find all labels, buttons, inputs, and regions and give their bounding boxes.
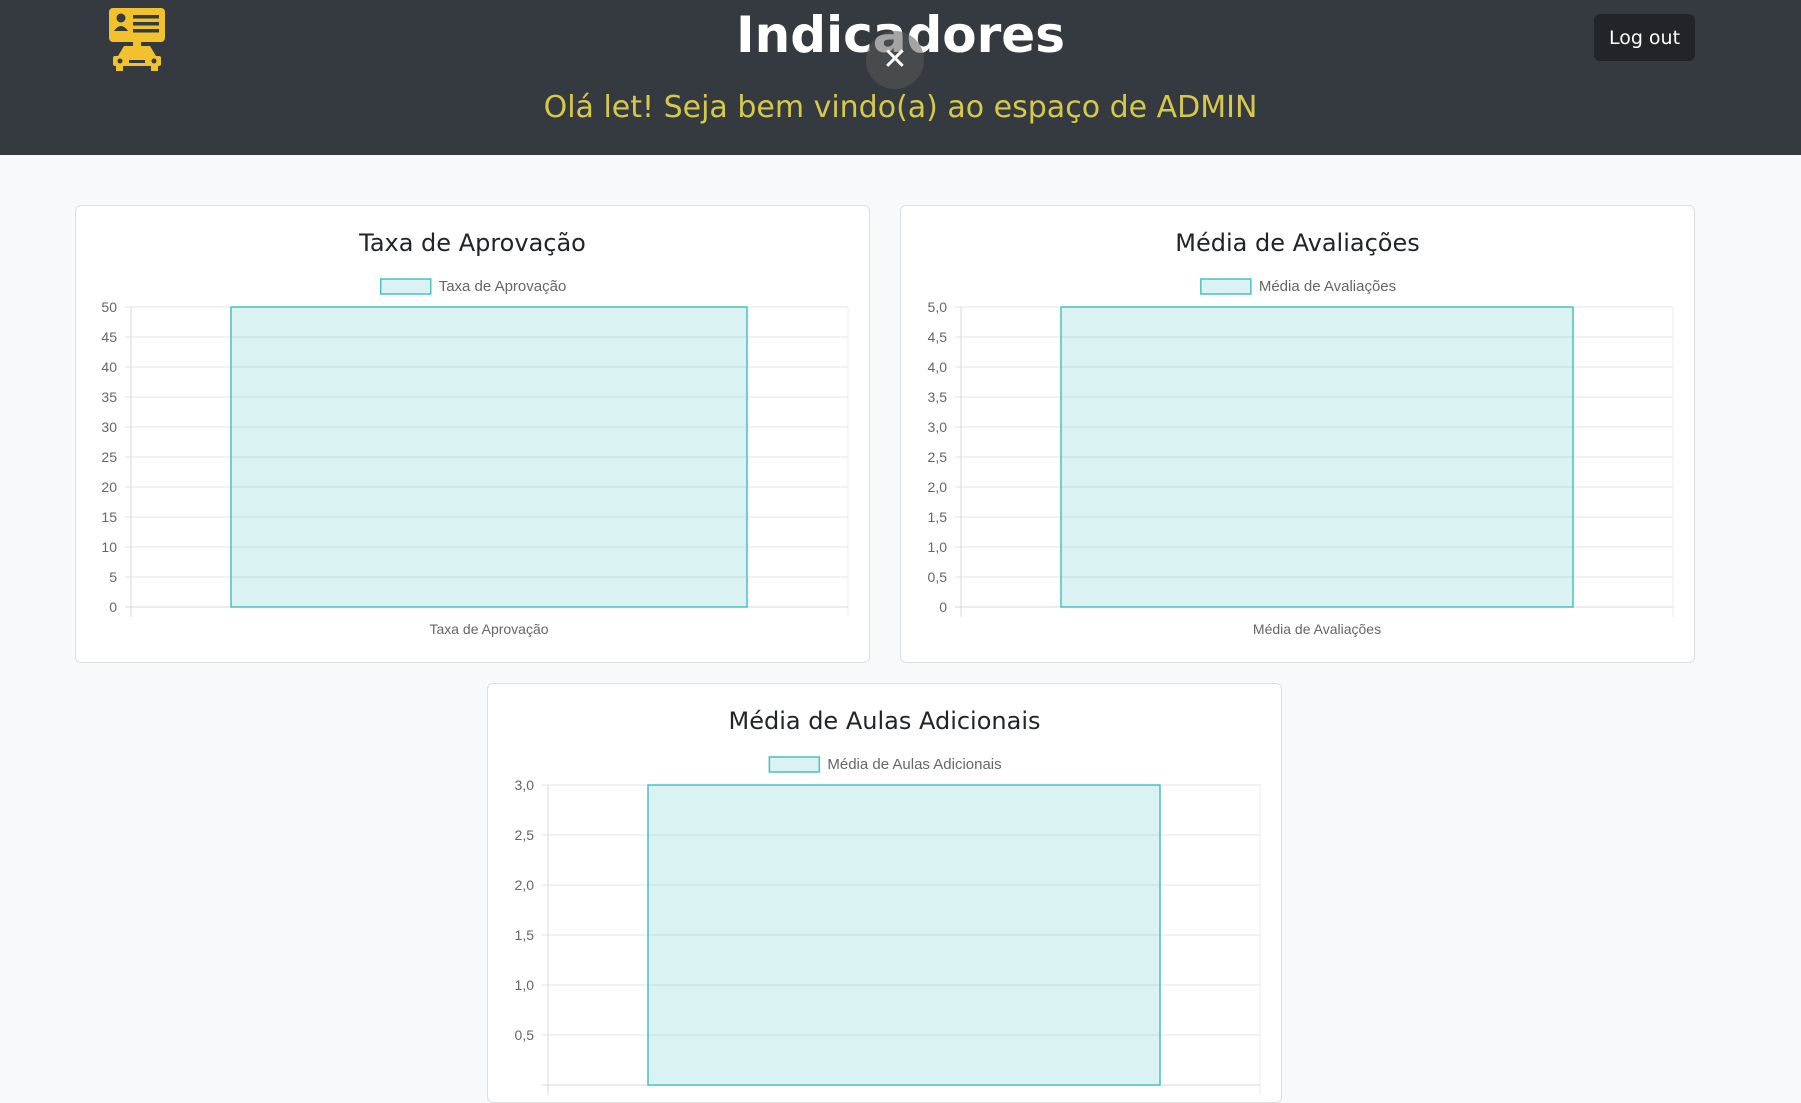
y-tick-label: 20	[101, 479, 117, 495]
chart-card-average-ratings: 0 0,5 1,0 1,5 2,0 2,5 3,0 3,5 4,0 4,5 5,0 Média de …	[900, 205, 1695, 663]
chart-title: Média de Aulas Adicionais	[728, 707, 1041, 735]
y-tick-label: 1,0	[515, 977, 535, 993]
y-tick-label: 2,0	[515, 877, 535, 893]
y-tick-label: 5,0	[928, 299, 948, 315]
chart-title: Média de Avaliações	[1175, 229, 1420, 257]
y-tick-label: 10	[101, 539, 117, 555]
chart-card-additional-lessons: 0,5 1,0 1,5 2,0 2,5 3,0 Média de Aulas Adicion…	[487, 683, 1282, 1103]
legend-swatch	[1200, 278, 1252, 295]
y-tick-label: 30	[101, 419, 117, 435]
y-tick-label: 0	[939, 599, 947, 615]
bar	[647, 784, 1161, 1086]
y-tick-label: 25	[101, 449, 117, 465]
legend-label: Média de Aulas Adicionais	[827, 756, 1001, 773]
y-tick-label: 3,0	[515, 777, 535, 793]
x-tick-label: Média de Avaliações	[1253, 621, 1381, 637]
y-tick-label: 15	[101, 509, 117, 525]
y-tick-label: 0,5	[928, 569, 948, 585]
chart-title: Taxa de Aprovação	[359, 229, 586, 257]
y-tick-label: 35	[101, 389, 117, 405]
y-tick-label: 3,5	[928, 389, 948, 405]
legend-label: Taxa de Aprovação	[439, 278, 567, 295]
x-tick-label: Média de Aulas Adicionais	[823, 1099, 986, 1103]
y-tick-label: 2,5	[928, 449, 948, 465]
y-tick-label: 2,5	[515, 827, 535, 843]
legend-swatch	[379, 278, 432, 295]
chart-card-approval-rate: 0 5 10 15 20 25 30 35 40 45 50 Taxa de Aprovação Tax…	[75, 205, 870, 663]
y-tick-label: 45	[101, 329, 117, 345]
y-tick-label: 0	[109, 599, 117, 615]
close-icon[interactable]: ✕	[866, 31, 924, 89]
average-ratings-chart: 0 0,5 1,0 1,5 2,0 2,5 3,0 3,5 4,0 4,5 5,0 Média de …	[928, 278, 1674, 637]
x-tick-label: Taxa de Aprovação	[429, 621, 548, 637]
y-tick-label: 5	[109, 569, 117, 585]
additional-lessons-chart: 0,5 1,0 1,5 2,0 2,5 3,0 Média de Aulas Adicion…	[515, 756, 1261, 1103]
y-tick-label: 4,0	[928, 359, 948, 375]
y-tick-label: 40	[101, 359, 117, 375]
y-tick-label: 2,0	[928, 479, 948, 495]
y-tick-label: 1,5	[928, 509, 948, 525]
bar	[230, 306, 748, 608]
legend-swatch	[768, 756, 821, 773]
y-tick-label: 4,5	[928, 329, 948, 345]
y-tick-label: 1,0	[928, 539, 948, 555]
y-tick-label: 1,5	[515, 927, 535, 943]
y-tick-label: 3,0	[928, 419, 948, 435]
logout-button[interactable]: Log out	[1594, 14, 1695, 61]
y-tick-label: 50	[101, 299, 117, 315]
legend-label: Média de Avaliações	[1259, 278, 1396, 295]
y-tick-label: 0,5	[515, 1027, 535, 1043]
bar	[1060, 306, 1574, 608]
welcome-message: Olá let! Seja bem vindo(a) ao espaço de …	[543, 90, 1258, 125]
approval-rate-chart: 0 5 10 15 20 25 30 35 40 45 50 Taxa de Aprovação Tax…	[101, 278, 849, 637]
